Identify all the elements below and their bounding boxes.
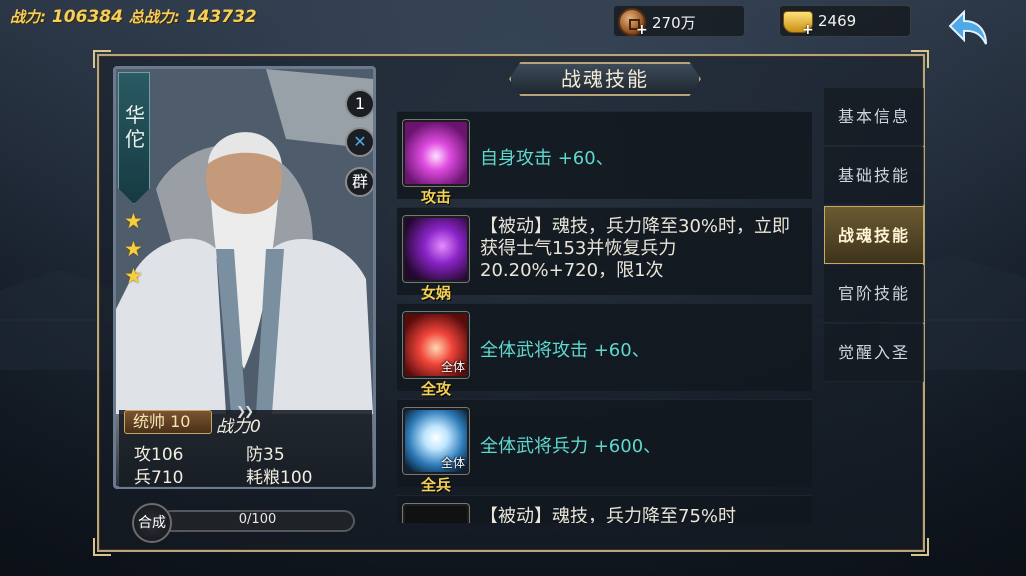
- faction-badge: 群: [345, 167, 373, 197]
- general-portrait: [116, 69, 373, 414]
- panel-title: 战魂技能: [509, 62, 701, 96]
- skill-name: 全兵: [420, 476, 451, 494]
- star-icon: ★: [124, 264, 143, 288]
- card-power-label: 战力: [216, 417, 250, 437]
- archer-class-icon: ✕: [345, 127, 373, 157]
- attack-label: 攻: [134, 445, 151, 465]
- skill-name: 全攻: [420, 380, 451, 398]
- copper-resource[interactable]: + 270万: [613, 5, 745, 37]
- level-badge: 1: [345, 89, 373, 119]
- tab-basic-info[interactable]: 基本信息: [824, 88, 924, 146]
- total-power-label: 总战力:: [128, 8, 180, 26]
- all-attack-skill-icon: 全体: [403, 312, 469, 378]
- card-power: 战力0: [216, 412, 261, 437]
- frame-corner: [911, 538, 929, 556]
- power-value: 106384: [51, 7, 123, 27]
- frame-corner: [911, 50, 929, 68]
- frame-corner: [93, 50, 111, 68]
- attack-stat: 攻106: [134, 440, 183, 465]
- troops-stat: 兵710: [134, 463, 183, 488]
- add-gold-icon[interactable]: +: [802, 23, 814, 37]
- skill-row[interactable]: 攻击 自身攻击 +60、: [397, 111, 812, 206]
- food-stat: 耗粮100: [246, 463, 312, 488]
- skill-description: 【被动】魂技，兵力降至75%时: [480, 506, 737, 523]
- skill-description: 全体武将兵力 +600、: [480, 436, 662, 457]
- troops-label: 兵: [134, 468, 151, 488]
- food-value: 100: [280, 468, 313, 488]
- general-name: 华佗: [125, 103, 145, 151]
- troops-value: 710: [151, 468, 184, 488]
- gold-resource[interactable]: + 2469: [779, 5, 911, 37]
- skill-badge: 全体: [440, 456, 465, 470]
- power-summary: 战力: 106384 总战力: 143732: [10, 6, 257, 27]
- skill-description: 自身攻击 +60、: [480, 148, 614, 169]
- skill-row[interactable]: 【被动】魂技，兵力降至75%时: [397, 495, 812, 523]
- total-power-value: 143732: [185, 7, 257, 27]
- frame-corner: [93, 538, 111, 556]
- star-icon: ★: [124, 209, 143, 233]
- all-troops-skill-icon: 全体: [403, 408, 469, 474]
- tab-soul-skills[interactable]: 战魂技能: [824, 206, 924, 264]
- skill-row[interactable]: 全体 全攻 全体武将攻击 +60、: [397, 303, 812, 398]
- nuwa-skill-icon: [403, 216, 469, 282]
- synth-progress-text: 0/100: [238, 512, 277, 527]
- tab-rank-skills[interactable]: 官阶技能: [824, 265, 924, 323]
- copper-value: 270万: [652, 14, 696, 32]
- defense-value: 35: [263, 445, 285, 465]
- defense-stat: 防35: [246, 440, 285, 465]
- add-copper-icon[interactable]: +: [636, 23, 648, 37]
- skill-list[interactable]: 攻击 自身攻击 +60、 女娲 【被动】魂技，兵力降至30%时，立即获得士气15…: [397, 103, 812, 523]
- skill-name: 女娲: [420, 284, 451, 302]
- partial-skill-icon: [403, 504, 469, 523]
- tab-basic-skills[interactable]: 基础技能: [824, 147, 924, 205]
- food-label: 耗粮: [246, 468, 280, 488]
- attack-value: 106: [151, 445, 184, 465]
- power-label: 战力:: [10, 8, 46, 26]
- attack-skill-icon: [403, 120, 469, 186]
- side-tabs: 基本信息 基础技能 战魂技能 官阶技能 觉醒入圣: [824, 88, 924, 383]
- star-icon: ★: [124, 237, 143, 261]
- skill-description: 全体武将攻击 +60、: [480, 340, 650, 361]
- back-arrow-icon[interactable]: [948, 8, 992, 48]
- general-name-tag: 华佗: [118, 72, 150, 204]
- skill-name: 攻击: [420, 188, 451, 206]
- card-power-value: 0: [250, 417, 261, 437]
- gold-value: 2469: [818, 12, 857, 30]
- skill-row[interactable]: 全体 全兵 全体武将兵力 +600、: [397, 399, 812, 494]
- skill-row[interactable]: 女娲 【被动】魂技，兵力降至30%时，立即获得士气153并恢复兵力20.20%+…: [397, 207, 812, 302]
- leadership-tag: 统帅 10: [124, 410, 212, 434]
- tab-awaken[interactable]: 觉醒入圣: [824, 324, 924, 382]
- defense-label: 防: [246, 445, 263, 465]
- skill-badge: 全体: [440, 360, 465, 374]
- synth-button[interactable]: 合成: [132, 503, 172, 543]
- skill-description: 【被动】魂技，兵力降至30%时，立即获得士气153并恢复兵力20.20%+720…: [480, 216, 791, 281]
